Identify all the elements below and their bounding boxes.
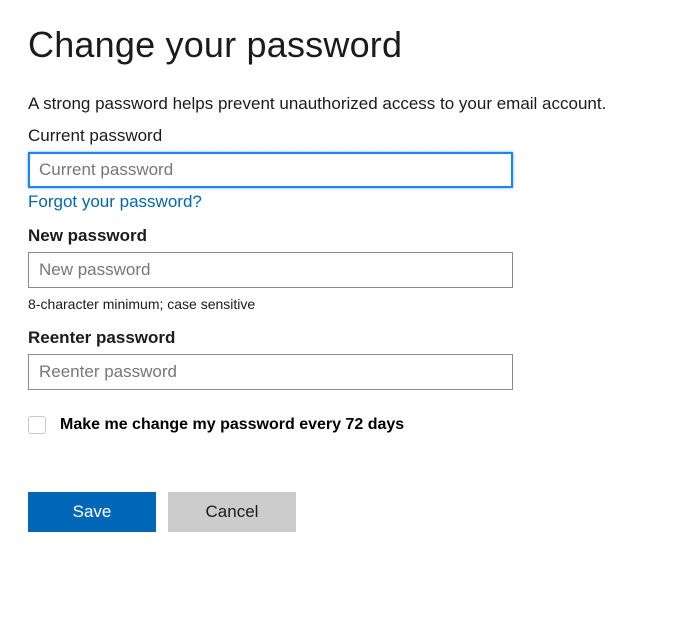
new-password-input[interactable] (28, 252, 513, 288)
password-hint: 8-character minimum; case sensitive (28, 296, 652, 312)
new-password-group: New password 8-character minimum; case s… (28, 226, 652, 312)
reenter-password-input[interactable] (28, 354, 513, 390)
current-password-input[interactable] (28, 152, 513, 188)
periodic-change-checkbox[interactable] (28, 416, 46, 434)
current-password-group: Current password Forgot your password? (28, 126, 652, 212)
new-password-label: New password (28, 226, 652, 246)
current-password-label: Current password (28, 126, 652, 146)
periodic-change-label: Make me change my password every 72 days (60, 416, 404, 434)
reenter-password-label: Reenter password (28, 328, 652, 348)
page-subtitle: A strong password helps prevent unauthor… (28, 94, 652, 114)
page-title: Change your password (28, 24, 652, 66)
save-button[interactable]: Save (28, 492, 156, 532)
cancel-button[interactable]: Cancel (168, 492, 296, 532)
reenter-password-group: Reenter password (28, 328, 652, 390)
periodic-change-row: Make me change my password every 72 days (28, 416, 652, 434)
forgot-password-link[interactable]: Forgot your password? (28, 192, 202, 212)
button-row: Save Cancel (28, 492, 652, 532)
